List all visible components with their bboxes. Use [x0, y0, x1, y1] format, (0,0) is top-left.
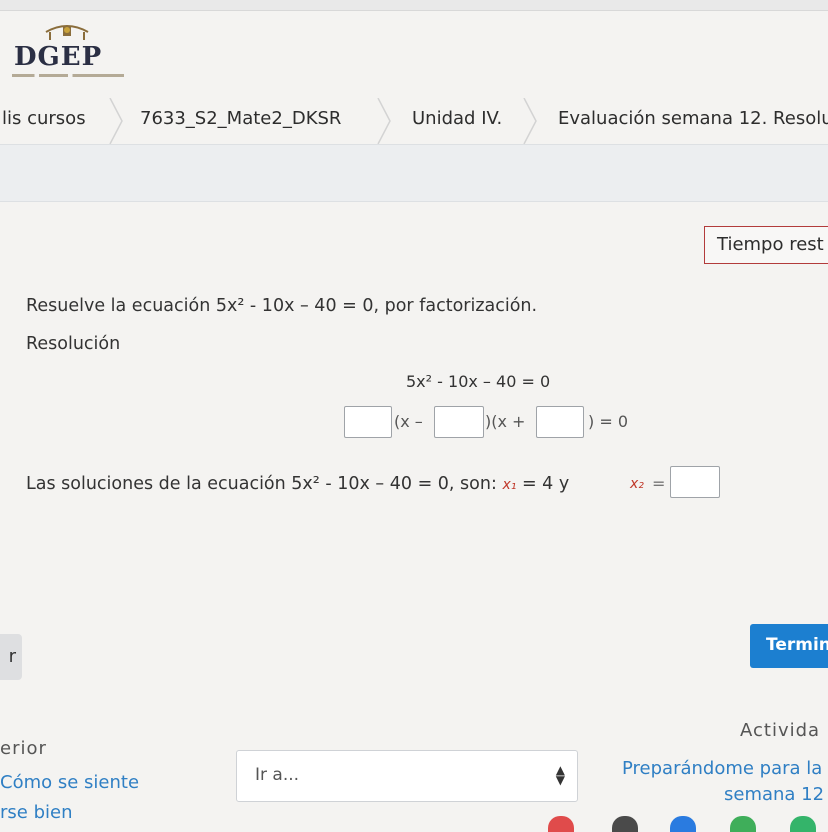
- breadcrumb-unit[interactable]: Unidad IV.: [412, 108, 502, 129]
- printer-icon[interactable]: [612, 816, 638, 832]
- x1-label: x₁: [502, 477, 517, 493]
- time-remaining-label: Tiempo rest: [717, 234, 824, 255]
- emblem-icon: [45, 25, 89, 40]
- app-icon[interactable]: [730, 816, 756, 832]
- jump-to-select[interactable]: Ir a... ▲ ▼: [236, 750, 578, 802]
- logo-text: DGEP: [14, 42, 103, 72]
- time-remaining-box: Tiempo rest: [704, 226, 828, 264]
- solutions-line: Las soluciones de la ecuación 5x² - 10x …: [26, 474, 569, 494]
- taskbar-glimpse: [520, 816, 828, 832]
- factor-root2-input[interactable]: [536, 406, 584, 438]
- next-activity-heading: Activida: [740, 720, 821, 741]
- breadcrumb-course[interactable]: 7633_S2_Mate2_DKSR: [140, 108, 341, 129]
- factor-text-1: (x –: [394, 412, 423, 431]
- previous-activity-heading: erior: [0, 738, 47, 759]
- select-arrows-icon: ▲ ▼: [555, 763, 565, 787]
- resolution-heading: Resolución: [26, 334, 121, 354]
- logo-subtitle-stripe: [12, 74, 124, 77]
- app-icon[interactable]: [670, 816, 696, 832]
- factor-coefficient-input[interactable]: [344, 406, 392, 438]
- x2-input[interactable]: [670, 466, 720, 498]
- breadcrumb-separator-icon: [523, 98, 537, 144]
- app-icon[interactable]: [790, 816, 816, 832]
- breadcrumb-separator-icon: [109, 98, 123, 144]
- next-activity-link[interactable]: Preparándome para la: [622, 758, 822, 779]
- previous-page-label: r: [8, 646, 16, 667]
- previous-activity-link-line2[interactable]: rse bien: [0, 802, 72, 823]
- breadcrumb-separator-icon: [377, 98, 391, 144]
- factor-text-3: ) = 0: [588, 412, 628, 431]
- previous-page-button[interactable]: r: [0, 634, 22, 680]
- question-prompt: Resuelve la ecuación 5x² - 10x – 40 = 0,…: [26, 296, 538, 316]
- breadcrumb-evaluation[interactable]: Evaluación semana 12. Resolu: [558, 108, 828, 129]
- finish-attempt-label: Termin: [766, 635, 828, 655]
- x2-label: x₂: [630, 476, 644, 492]
- finish-attempt-button[interactable]: Termin: [750, 624, 828, 668]
- x2-equals: =: [652, 474, 666, 493]
- next-activity-link-line2[interactable]: semana 12: [724, 784, 824, 805]
- breadcrumb: lis cursos 7633_S2_Mate2_DKSR Unidad IV.…: [0, 98, 828, 144]
- breadcrumb-my-courses[interactable]: lis cursos: [2, 108, 86, 129]
- top-bar: [0, 0, 828, 11]
- dgep-logo[interactable]: DGEP: [10, 18, 128, 82]
- solutions-text: Las soluciones de la ecuación 5x² - 10x …: [26, 474, 497, 494]
- factor-root1-input[interactable]: [434, 406, 484, 438]
- jump-to-label: Ir a...: [255, 765, 300, 785]
- header-band: [0, 144, 828, 202]
- equation-line: 5x² - 10x – 40 = 0: [406, 372, 551, 391]
- factor-text-2: )(x +: [485, 412, 526, 431]
- previous-activity-link[interactable]: Cómo se siente: [0, 772, 139, 793]
- x1-value: = 4 y: [521, 474, 570, 494]
- app-icon[interactable]: [548, 816, 574, 832]
